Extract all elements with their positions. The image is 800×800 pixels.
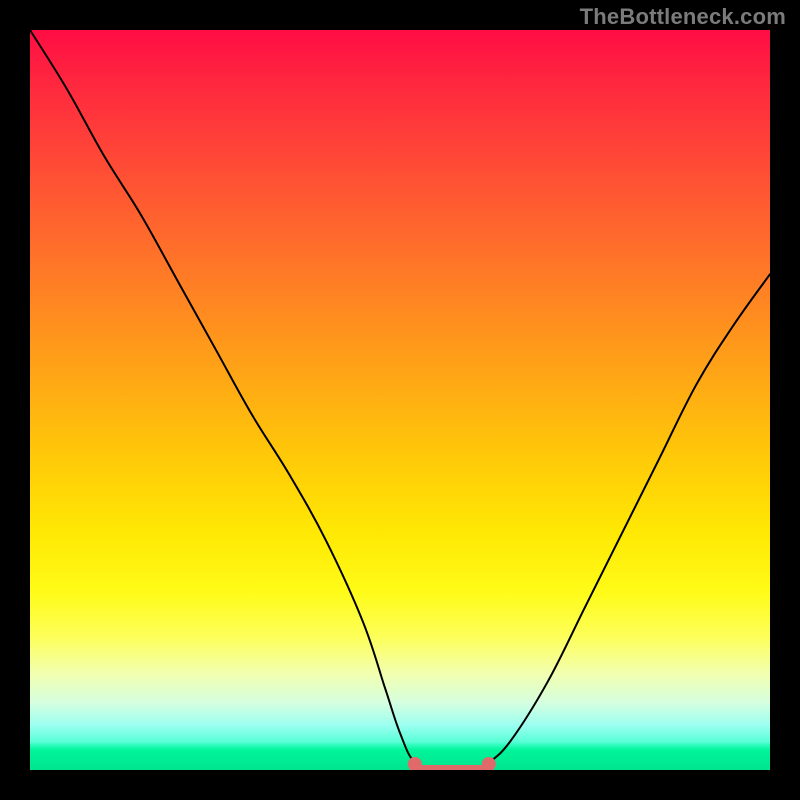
watermark-text: TheBottleneck.com bbox=[580, 4, 786, 30]
bottleneck-curve-path bbox=[30, 30, 770, 770]
bottleneck-curve-svg bbox=[30, 30, 770, 770]
chart-frame: TheBottleneck.com bbox=[0, 0, 800, 800]
flat-segment-start-dot bbox=[408, 757, 422, 770]
plot-area bbox=[30, 30, 770, 770]
